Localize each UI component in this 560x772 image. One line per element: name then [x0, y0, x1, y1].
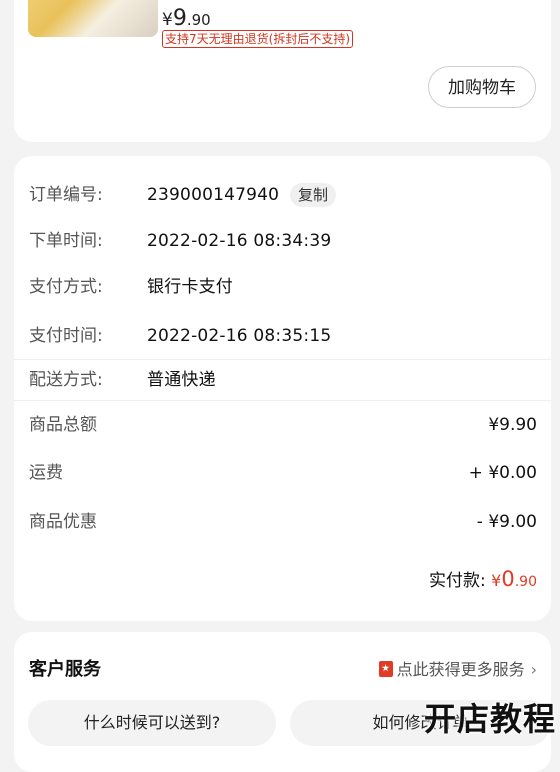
pay-time-row: 支付时间: 2022-02-16 08:35:15: [14, 321, 551, 351]
price-decimal: .90: [186, 11, 211, 29]
question-delivery-time-button[interactable]: 什么时候可以送到?: [28, 700, 276, 746]
return-policy-tag: 支持7天无理由退货(拆封后不支持): [162, 30, 353, 48]
copy-button[interactable]: 复制: [290, 183, 337, 207]
add-to-cart-button[interactable]: 加购物车: [428, 66, 536, 108]
order-number-value: 239000147940: [147, 185, 280, 205]
subtotal-label: 商品总额: [29, 415, 97, 435]
divider: [14, 400, 551, 401]
discount-row: 商品优惠 - ¥9.00: [14, 507, 551, 537]
divider: [14, 359, 551, 360]
order-number-row: 订单编号: 239000147940 复制: [14, 180, 551, 210]
order-time-label: 下单时间:: [29, 231, 103, 251]
watermark: 开店教程: [424, 700, 557, 738]
pay-method-label: 支付方式:: [29, 277, 103, 297]
delivery-value: 普通快递: [147, 370, 216, 390]
chevron-right-icon: ›: [530, 660, 537, 679]
service-title: 客户服务: [29, 659, 101, 680]
star-badge-icon: [378, 661, 393, 677]
delivery-row: 配送方式: 普通快递: [14, 365, 551, 395]
order-info-card: 订单编号: 239000147940 复制 下单时间: 2022-02-16 0…: [14, 156, 551, 621]
order-time-value: 2022-02-16 08:34:39: [147, 231, 332, 251]
price-symbol: ¥: [162, 10, 173, 30]
amount-paid: 实付款: ¥0.90: [429, 566, 537, 591]
pay-time-label: 支付时间:: [29, 326, 103, 346]
discount-value: - ¥9.00: [476, 512, 537, 532]
pay-time-value: 2022-02-16 08:35:15: [147, 326, 332, 346]
paid-decimal: .90: [514, 574, 537, 590]
shipping-row: 运费 + ¥0.00: [14, 458, 551, 488]
product-thumbnail[interactable]: [28, 0, 158, 37]
paid-integer: 0: [501, 567, 515, 591]
more-services-link[interactable]: 点此获得更多服务 ›: [378, 656, 537, 680]
pay-method-value: 银行卡支付: [147, 277, 233, 297]
more-services-label: 点此获得更多服务: [396, 660, 525, 679]
subtotal-row: 商品总额 ¥9.90: [14, 410, 551, 440]
subtotal-value: ¥9.90: [488, 415, 537, 435]
amount-paid-label: 实付款:: [429, 571, 486, 591]
shipping-label: 运费: [29, 463, 63, 483]
discount-label: 商品优惠: [29, 512, 97, 532]
order-time-row: 下单时间: 2022-02-16 08:34:39: [14, 226, 551, 256]
product-price: ¥9.90: [162, 6, 211, 31]
shipping-value: + ¥0.00: [468, 463, 537, 483]
order-number-label: 订单编号:: [29, 185, 103, 205]
product-card: ¥9.90 支持7天无理由退货(拆封后不支持) 加购物车: [14, 0, 551, 142]
paid-symbol: ¥: [491, 571, 502, 590]
amount-paid-value: ¥0.90: [491, 567, 537, 591]
pay-method-row: 支付方式: 银行卡支付: [14, 272, 551, 302]
price-integer: 9: [172, 6, 187, 31]
delivery-label: 配送方式:: [29, 370, 103, 390]
